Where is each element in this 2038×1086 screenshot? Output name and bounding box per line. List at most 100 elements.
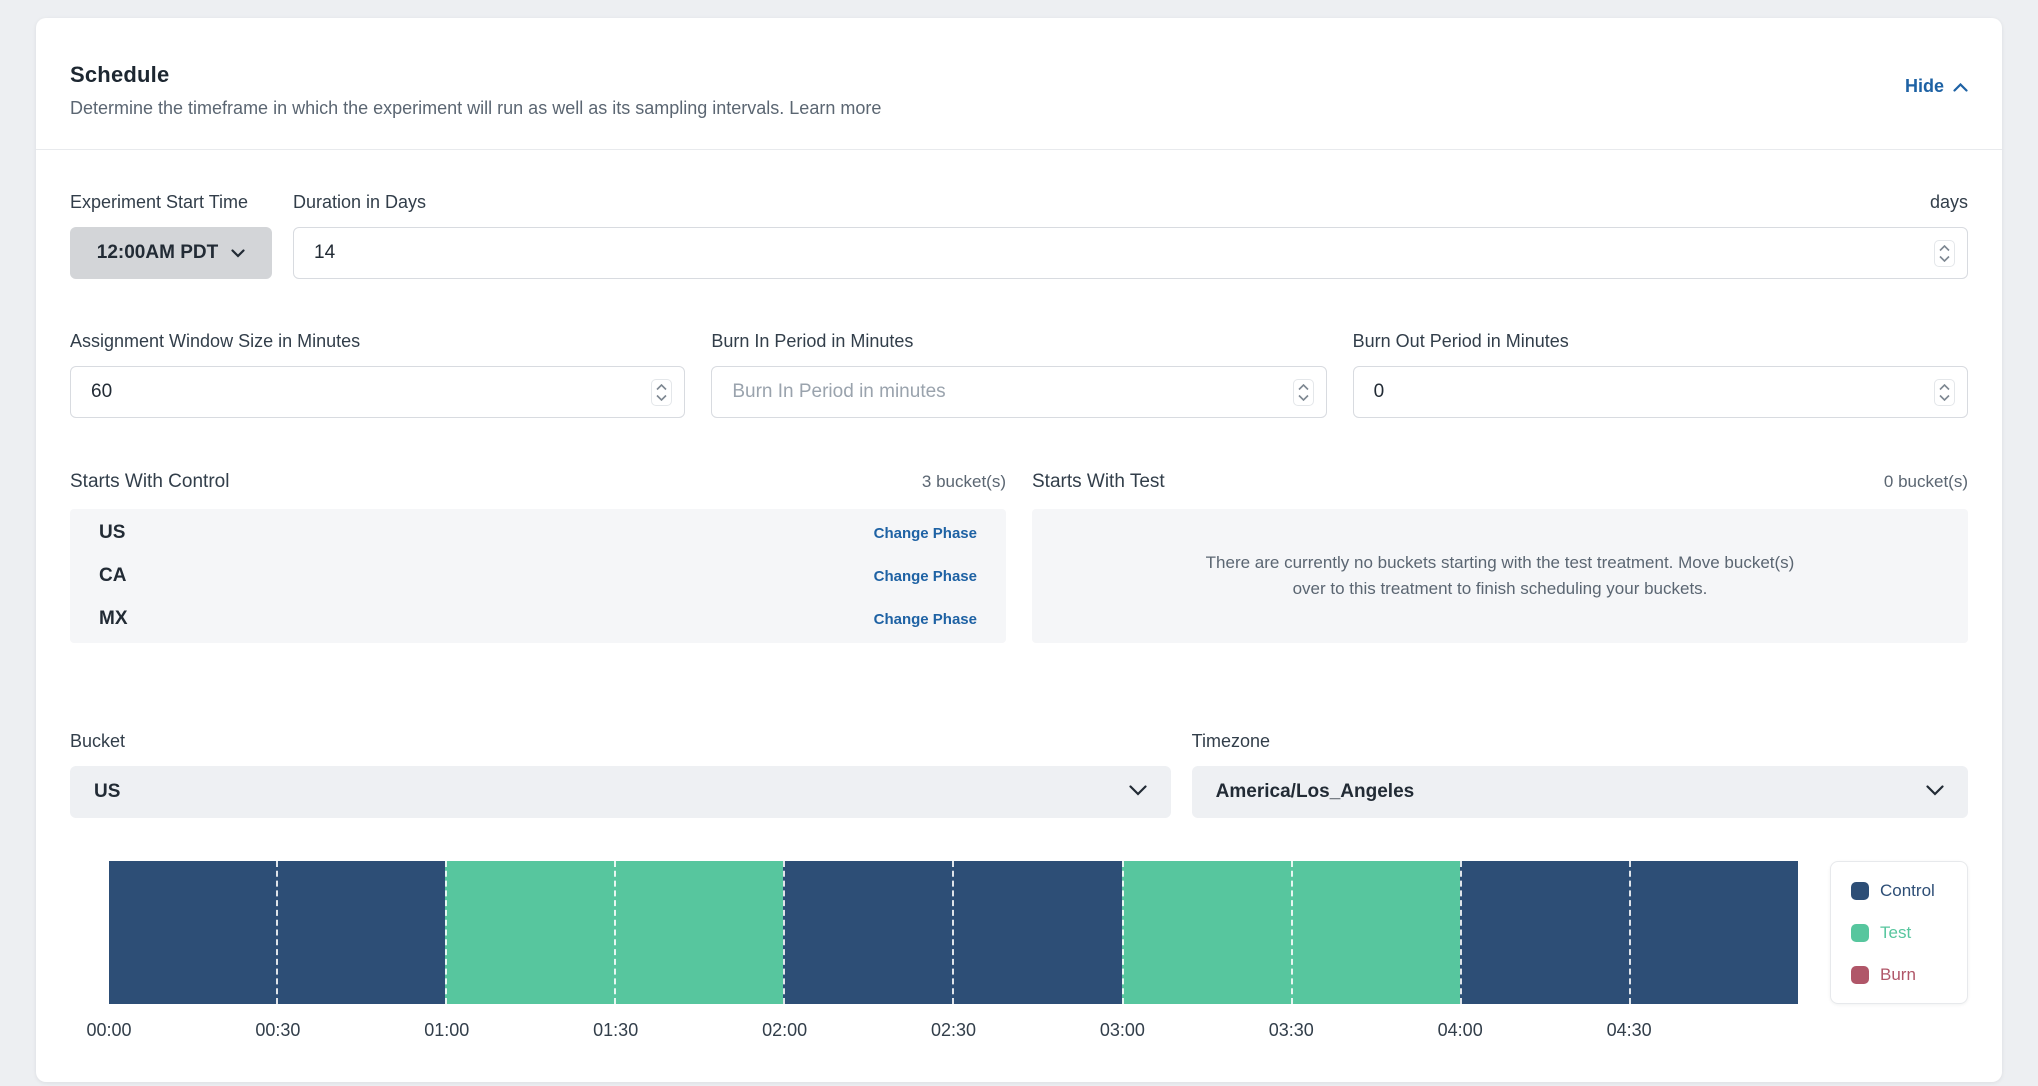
- axis-tick-label: 01:00: [424, 1020, 469, 1041]
- start-time-label: Experiment Start Time: [70, 192, 272, 213]
- timezone-select[interactable]: America/Los_Angeles: [1192, 766, 1968, 818]
- axis-tick-label: 01:30: [593, 1020, 638, 1041]
- duration-label: Duration in Days: [293, 192, 426, 213]
- bucket-select-value: US: [94, 781, 120, 803]
- starts-with-control-section: Starts With Control 3 bucket(s) US Chang…: [70, 471, 1006, 643]
- spinner-down-icon: [656, 394, 667, 401]
- timezone-select-value: America/Los_Angeles: [1216, 781, 1415, 803]
- hide-label: Hide: [1905, 76, 1944, 97]
- bucket-row: MX Change Phase: [99, 598, 977, 641]
- timeline-segment-control: [276, 861, 445, 1004]
- subtitle-text: Determine the timeframe in which the exp…: [70, 98, 784, 118]
- bucket-selector-label: Bucket: [70, 731, 1171, 752]
- bucket-row: CA Change Phase: [99, 555, 977, 598]
- number-spinner[interactable]: [1934, 240, 1955, 267]
- spinner-down-icon: [1939, 394, 1950, 401]
- bucket-name: CA: [99, 565, 126, 587]
- row-burn-settings: Assignment Window Size in Minutes Burn I…: [70, 331, 1968, 418]
- duration-label-line: Duration in Days days: [293, 192, 1968, 213]
- timeline-segment-test: [614, 861, 783, 1004]
- schedule-panel: Schedule Determine the timeframe in whic…: [36, 18, 2002, 1082]
- chevron-down-icon: [1926, 783, 1944, 801]
- start-time-value: 12:00AM PDT: [97, 242, 218, 264]
- test-buckets-panel: There are currently no buckets starting …: [1032, 509, 1968, 643]
- row-start-duration: Experiment Start Time 12:00AM PDT Durati…: [70, 192, 1968, 279]
- burn-out-input[interactable]: [1374, 381, 1934, 403]
- duration-group: Duration in Days days: [293, 192, 1968, 279]
- bucket-name: US: [99, 522, 125, 544]
- spinner-down-icon: [1298, 394, 1309, 401]
- legend-label: Test: [1880, 923, 1911, 943]
- spinner-up-icon: [1298, 384, 1309, 391]
- control-buckets-panel: US Change Phase CA Change Phase MX Chang…: [70, 509, 1006, 643]
- learn-more-link[interactable]: Learn more: [789, 98, 881, 118]
- timeline-strip: [109, 861, 1798, 1004]
- spinner-up-icon: [656, 384, 667, 391]
- chevron-up-icon: [1953, 76, 1968, 97]
- spinner-down-icon: [1939, 255, 1950, 262]
- burn-in-field: [711, 366, 1326, 418]
- treatment-sections: Starts With Control 3 bucket(s) US Chang…: [70, 471, 1968, 643]
- timeline-segment-control: [109, 861, 276, 1004]
- change-phase-link[interactable]: Change Phase: [874, 525, 977, 542]
- schedule-timeline: 00:0000:3001:0001:3002:0002:3003:0003:30…: [109, 861, 1798, 1046]
- number-spinner[interactable]: [1934, 379, 1955, 406]
- assignment-window-field: [70, 366, 685, 418]
- bucket-select[interactable]: US: [70, 766, 1171, 818]
- spinner-up-icon: [1939, 384, 1950, 391]
- burn-out-group: Burn Out Period in Minutes: [1353, 331, 1968, 418]
- assignment-window-group: Assignment Window Size in Minutes: [70, 331, 685, 418]
- hide-toggle[interactable]: Hide: [1905, 76, 1968, 97]
- timeline-section: 00:0000:3001:0001:3002:0002:3003:0003:30…: [70, 861, 1968, 1046]
- axis-tick-label: 04:00: [1438, 1020, 1483, 1041]
- chevron-down-icon: [231, 242, 245, 264]
- legend-swatch: [1851, 924, 1869, 942]
- axis-tick-label: 00:30: [255, 1020, 300, 1041]
- header-subtitle: Determine the timeframe in which the exp…: [70, 98, 881, 119]
- duration-input[interactable]: [314, 242, 1934, 264]
- starts-with-test-section: Starts With Test 0 bucket(s) There are c…: [1032, 471, 1968, 643]
- control-section-title: Starts With Control: [70, 471, 229, 493]
- timeline-axis: 00:0000:3001:0001:3002:0002:3003:0003:30…: [109, 1020, 1798, 1046]
- assignment-window-label: Assignment Window Size in Minutes: [70, 331, 685, 352]
- test-section-title: Starts With Test: [1032, 471, 1165, 493]
- spinner-up-icon: [1939, 245, 1950, 252]
- start-time-button[interactable]: 12:00AM PDT: [70, 227, 272, 279]
- bucket-name: MX: [99, 608, 128, 630]
- duration-field: [293, 227, 1968, 279]
- chevron-down-icon: [1129, 783, 1147, 801]
- change-phase-link[interactable]: Change Phase: [874, 611, 977, 628]
- legend-item-test: Test: [1851, 923, 1967, 943]
- schedule-header: Schedule Determine the timeframe in whic…: [36, 18, 2002, 150]
- header-text-block: Schedule Determine the timeframe in whic…: [70, 62, 881, 119]
- page-title: Schedule: [70, 62, 881, 88]
- selectors-row: Bucket US Timezone America/Los_Angeles: [70, 731, 1968, 818]
- test-title-line: Starts With Test 0 bucket(s): [1032, 471, 1968, 493]
- change-phase-link[interactable]: Change Phase: [874, 568, 977, 585]
- control-title-line: Starts With Control 3 bucket(s): [70, 471, 1006, 493]
- timeline-legend: ControlTestBurn: [1830, 861, 1968, 1004]
- start-time-group: Experiment Start Time 12:00AM PDT: [70, 192, 272, 279]
- timeline-segment-control: [1629, 861, 1798, 1004]
- timeline-segment-test: [1122, 861, 1291, 1004]
- timeline-segment-control: [783, 861, 952, 1004]
- test-empty-message: There are currently no buckets starting …: [1195, 550, 1805, 603]
- axis-tick-label: 04:30: [1607, 1020, 1652, 1041]
- schedule-body: Experiment Start Time 12:00AM PDT Durati…: [36, 150, 2002, 1082]
- legend-label: Control: [1880, 881, 1935, 901]
- number-spinner[interactable]: [651, 379, 672, 406]
- number-spinner[interactable]: [1293, 379, 1314, 406]
- assignment-window-input[interactable]: [91, 381, 651, 403]
- burn-in-input[interactable]: [732, 381, 1292, 403]
- axis-tick-label: 03:00: [1100, 1020, 1145, 1041]
- burn-in-label: Burn In Period in Minutes: [711, 331, 1326, 352]
- axis-tick-label: 03:30: [1269, 1020, 1314, 1041]
- timeline-segment-test: [1291, 861, 1460, 1004]
- axis-tick-label: 00:00: [86, 1020, 131, 1041]
- timeline-segment-test: [445, 861, 614, 1004]
- timeline-segment-control: [1460, 861, 1629, 1004]
- bucket-row: US Change Phase: [99, 512, 977, 555]
- burn-in-group: Burn In Period in Minutes: [711, 331, 1326, 418]
- legend-item-control: Control: [1851, 881, 1967, 901]
- axis-tick-label: 02:00: [762, 1020, 807, 1041]
